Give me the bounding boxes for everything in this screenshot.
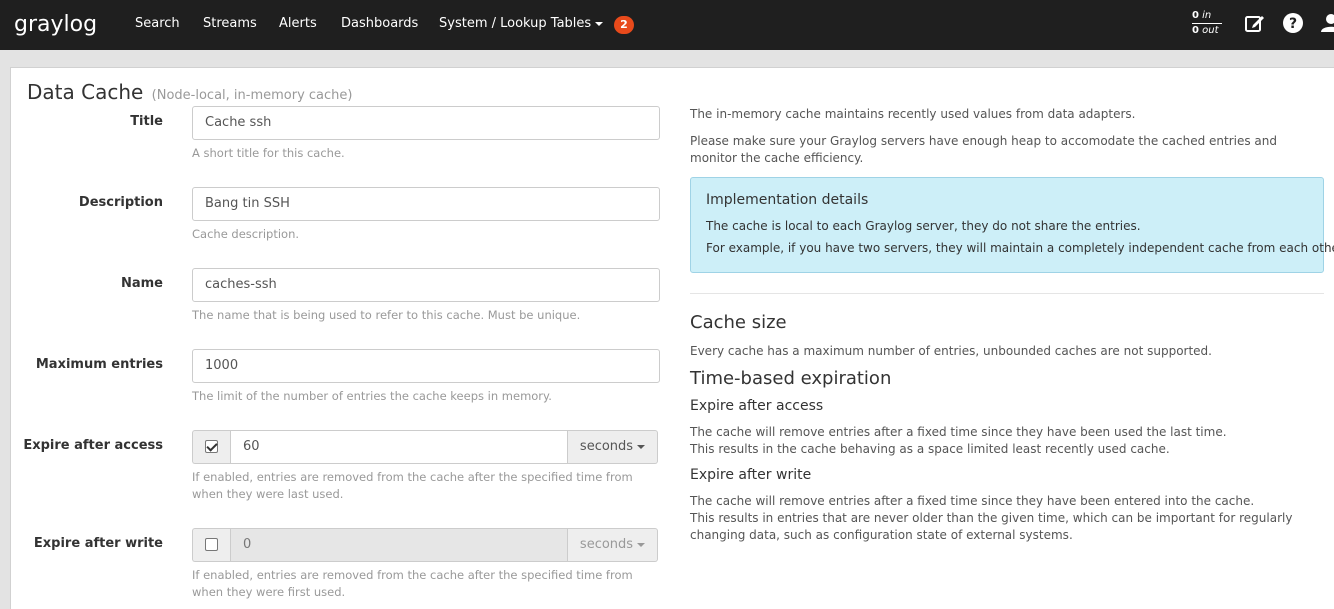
graylog-logo[interactable]: graylog	[14, 9, 110, 39]
expire-access-unit-label: seconds	[579, 439, 634, 454]
throughput-in-value: 0	[1192, 10, 1199, 21]
nav-dashboards[interactable]: Dashboards	[341, 16, 418, 31]
data-cache-panel: Data Cache (Node-local, in-memory cache)…	[10, 67, 1334, 609]
expire-access-input[interactable]: 60	[230, 430, 568, 464]
svg-text:?: ?	[1289, 16, 1297, 32]
nav-system-dropdown[interactable]: System / Lookup Tables	[439, 16, 604, 31]
implementation-details-box: Implementation details The cache is loca…	[690, 177, 1334, 273]
page-subtitle: (Node-local, in-memory cache)	[151, 88, 353, 103]
expire-write-unit-select[interactable]: seconds	[568, 528, 658, 562]
top-navbar: graylog Search Streams Alerts Dashboards…	[0, 0, 1334, 50]
expire-access-checkbox-addon	[192, 430, 230, 464]
svg-text:graylog: graylog	[14, 12, 97, 37]
expire-write-doc-1: The cache will remove entries after a fi…	[690, 494, 1255, 508]
nav-streams[interactable]: Streams	[203, 16, 257, 31]
expire-write-input[interactable]: 0	[230, 528, 568, 562]
name-help: The name that is being used to refer to …	[192, 308, 581, 322]
user-icon[interactable]	[1320, 12, 1334, 34]
throughput-out-label: out	[1202, 25, 1219, 36]
time-expiration-heading: Time-based expiration	[690, 368, 892, 389]
implementation-line-2: For example, if you have two servers, th…	[706, 241, 1334, 255]
notifications-badge[interactable]: 2	[614, 16, 634, 34]
expire-access-doc-2: This results in the cache behaving as a …	[690, 442, 1170, 456]
cache-size-text: Every cache has a maximum number of entr…	[690, 344, 1212, 358]
implementation-details-title: Implementation details	[706, 192, 869, 208]
edit-icon[interactable]	[1244, 12, 1266, 34]
expire-access-heading: Expire after access	[690, 398, 824, 414]
description-help: Cache description.	[192, 227, 300, 241]
description-input[interactable]: Bang tin SSH	[192, 187, 660, 221]
intro-text-2: Please make sure your Graylog servers ha…	[690, 134, 1278, 165]
page-title: Data Cache (Node-local, in-memory cache)	[27, 80, 352, 104]
expire-write-unit-label: seconds	[579, 537, 634, 552]
expire-write-checkbox-addon	[192, 528, 230, 562]
name-input[interactable]: caches-ssh	[192, 268, 660, 302]
expire-write-group: 0 seconds	[192, 528, 658, 562]
max-entries-input[interactable]: 1000	[192, 349, 660, 383]
help-icon[interactable]: ?	[1282, 12, 1304, 34]
divider	[690, 293, 1324, 294]
chevron-down-icon	[637, 542, 646, 547]
nav-alerts[interactable]: Alerts	[279, 16, 317, 31]
chevron-down-icon	[637, 444, 646, 449]
expire-access-help: If enabled, entries are removed from the…	[192, 470, 633, 501]
expire-write-doc-2: This results in entries that are never o…	[690, 511, 1293, 542]
throughput-out-value: 0	[1192, 25, 1199, 36]
nav-search[interactable]: Search	[135, 16, 180, 31]
expire-access-unit-select[interactable]: seconds	[568, 430, 658, 464]
max-entries-label: Maximum entries	[35, 357, 163, 372]
implementation-line-1: The cache is local to each Graylog serve…	[706, 219, 1141, 233]
intro-text-1: The in-memory cache maintains recently u…	[690, 107, 1136, 121]
name-label: Name	[120, 276, 163, 291]
description-label: Description	[78, 195, 163, 210]
expire-access-doc-1: The cache will remove entries after a fi…	[690, 425, 1227, 439]
nav-system-label: System / Lookup Tables	[439, 16, 592, 31]
expire-access-checkbox[interactable]	[205, 440, 218, 453]
expire-write-checkbox[interactable]	[205, 538, 218, 551]
expire-access-group: 60 seconds	[192, 430, 658, 464]
throughput-indicator[interactable]: 0 in 0 out	[1192, 9, 1222, 38]
title-label: Title	[130, 114, 163, 129]
expire-write-heading: Expire after write	[690, 467, 812, 483]
expire-access-label: Expire after access	[23, 438, 163, 453]
max-entries-help: The limit of the number of entries the c…	[192, 389, 552, 403]
title-input[interactable]: Cache ssh	[192, 106, 660, 140]
expire-write-help: If enabled, entries are removed from the…	[192, 568, 633, 599]
cache-size-heading: Cache size	[690, 312, 787, 333]
page-title-text: Data Cache	[27, 80, 144, 104]
title-help: A short title for this cache.	[192, 146, 345, 160]
expire-write-label: Expire after write	[33, 536, 163, 551]
throughput-in-label: in	[1202, 10, 1212, 21]
chevron-down-icon	[595, 21, 604, 26]
